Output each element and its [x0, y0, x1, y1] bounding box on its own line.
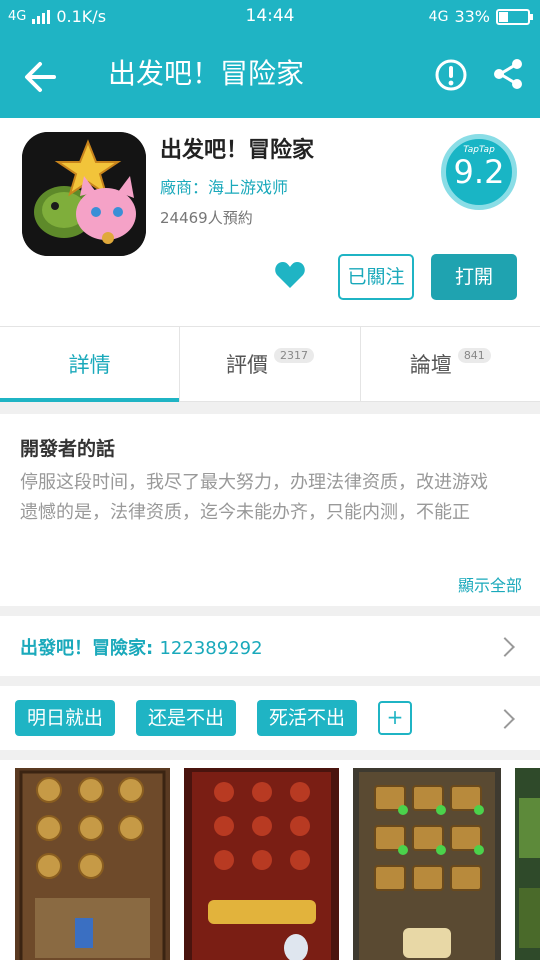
heart-icon[interactable] — [274, 260, 306, 290]
tag-item[interactable]: 明日就出 — [15, 700, 116, 736]
open-button[interactable]: 打開 — [431, 254, 517, 300]
tag-item[interactable]: 死活不出 — [257, 700, 358, 736]
app-bar: 出发吧！冒险家 — [0, 34, 540, 118]
network-type-right: 4G — [428, 8, 449, 25]
tag-row: 明日就出 还是不出 死活不出 + — [0, 686, 540, 750]
share-icon[interactable] — [490, 56, 526, 92]
app-name: 出发吧！冒险家 — [160, 138, 315, 163]
tab-reviews-count: 2317 — [273, 347, 314, 363]
report-icon[interactable] — [434, 58, 468, 92]
screenshot-thumbnail[interactable] — [184, 768, 339, 960]
tab-reviews-label: 評價 — [225, 353, 268, 377]
tab-reviews[interactable]: 評價 2317 — [179, 327, 359, 401]
screenshot-thumbnail[interactable] — [353, 768, 501, 960]
app-icon — [22, 132, 146, 256]
show-all-link[interactable]: 顯示全部 — [458, 572, 522, 596]
tab-forum-label: 論壇 — [409, 353, 452, 377]
tab-forum[interactable]: 論壇 841 — [359, 327, 540, 401]
tab-bar: 詳情 評價 2317 論壇 841 — [0, 326, 540, 402]
tab-details-label: 詳情 — [68, 353, 111, 377]
developer-words-text: 停服这段时间，我尽了最大努力，办理法律资质，改进游戏 遗憾的是，法律资质，迄今未… — [20, 472, 488, 523]
reservation-count: 24469人預約 — [160, 209, 253, 227]
status-bar: 4G 0.1K/s 14:44 4G 33% — [0, 0, 540, 34]
tag-item[interactable]: 还是不出 — [136, 700, 237, 736]
page-title: 出发吧！冒险家 — [108, 57, 305, 90]
score-value: 9.2 — [453, 153, 505, 191]
battery-percent: 33% — [454, 7, 490, 26]
chevron-right-icon — [495, 637, 515, 657]
back-arrow-icon[interactable] — [18, 54, 64, 100]
screenshot-thumbnail[interactable] — [515, 768, 540, 960]
group-number: 122389292 — [159, 638, 263, 659]
tab-details[interactable]: 詳情 — [0, 327, 180, 402]
app-detail-screen: 4G 0.1K/s 14:44 4G 33% 出发吧！冒险家 出发吧！冒险家 廠… — [0, 0, 540, 960]
follow-button[interactable]: 已關注 — [338, 254, 414, 300]
chevron-right-icon[interactable] — [495, 709, 515, 729]
group-row[interactable]: 出發吧！冒險家: 122389292 — [0, 616, 540, 676]
battery-icon — [496, 8, 533, 25]
developer-words-heading: 開發者的話 — [20, 438, 116, 460]
score-badge: TapTap 9.2 — [441, 134, 517, 210]
developer-words-card: 開發者的話 停服这段时间，我尽了最大努力，办理法律资质，改进游戏 遗憾的是，法律… — [0, 414, 540, 606]
group-label: 出發吧！冒險家: — [20, 638, 154, 659]
screenshot-gallery[interactable] — [0, 760, 540, 960]
app-header: 出发吧！冒险家 廠商：海上游戏师 24469人預約 TapTap 9.2 已關注… — [0, 118, 540, 326]
tab-forum-count: 841 — [457, 347, 491, 363]
vendor-link[interactable]: 廠商：海上游戏师 — [160, 174, 288, 198]
screenshot-thumbnail[interactable] — [15, 768, 170, 960]
add-tag-button[interactable]: + — [378, 701, 412, 735]
